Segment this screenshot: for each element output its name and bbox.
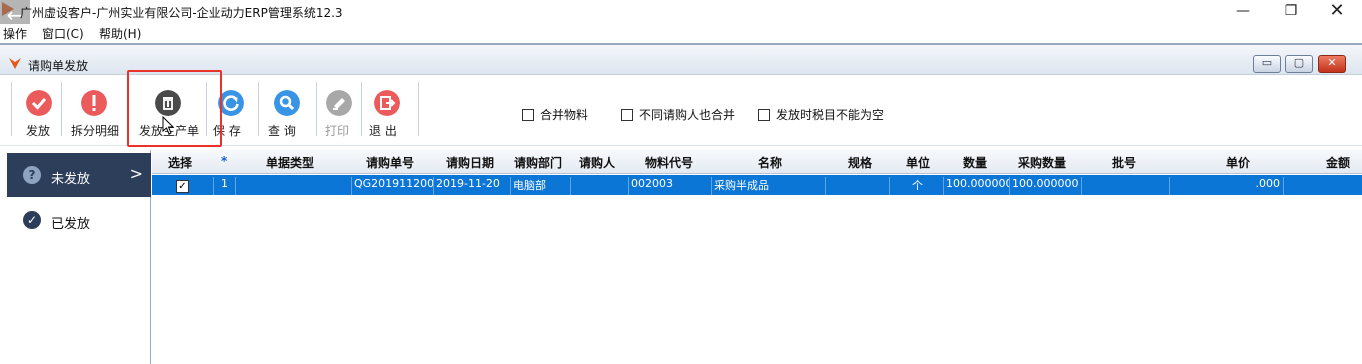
inner-minimize-button[interactable]: ▭ xyxy=(1253,55,1281,73)
col-header-price[interactable]: 单价 xyxy=(1226,154,1250,171)
col-header-name[interactable]: 名称 xyxy=(758,154,782,171)
minimize-button[interactable]: — xyxy=(1220,0,1266,24)
exit-label: 退 出 xyxy=(369,124,397,138)
cell-spec xyxy=(826,177,890,195)
nav-item-label: 已发放 xyxy=(51,217,91,232)
merge-diff-requester-label: 不同请购人也合并 xyxy=(639,108,736,122)
nav-item-label: 未发放 xyxy=(51,172,91,187)
toolbar-separator xyxy=(258,82,259,136)
inner-maximize-button[interactable]: ▢ xyxy=(1285,55,1313,73)
left-navigation: ? 未发放 > ✓ 已发放 xyxy=(7,150,151,364)
exit-button[interactable]: 退 出 xyxy=(368,76,412,142)
menu-bar: 操作 窗口(C) 帮助(H) xyxy=(0,24,1362,42)
nav-item-issued[interactable]: ✓ 已发放 xyxy=(7,198,151,242)
close-button[interactable]: ✕ xyxy=(1314,0,1360,24)
checkbox-box[interactable] xyxy=(522,109,534,121)
col-header-requester[interactable]: 请购人 xyxy=(579,154,615,171)
menu-operation[interactable]: 操作 xyxy=(3,25,27,42)
inner-logo-icon xyxy=(9,58,21,69)
menu-window[interactable]: 窗口(C) xyxy=(42,25,84,42)
cell-date: 2019-11-20 xyxy=(434,177,511,195)
tax-required-checkbox[interactable]: 发放时税目不能为空 xyxy=(758,106,884,123)
cell-dept: 电脑部 xyxy=(511,177,571,195)
maximize-button[interactable]: ❐ xyxy=(1268,0,1314,24)
toolbar-separator xyxy=(418,82,419,136)
issue-button[interactable]: 发放 xyxy=(22,76,58,142)
cell-seq: 1 xyxy=(214,177,236,195)
col-header-dept[interactable]: 请购部门 xyxy=(514,154,562,171)
col-header-date[interactable]: 请购日期 xyxy=(446,154,494,171)
exit-icon xyxy=(374,90,400,116)
cell-batch xyxy=(1082,177,1170,195)
col-header-unit[interactable]: 单位 xyxy=(906,154,930,171)
merge-material-checkbox[interactable]: 合并物料 xyxy=(522,106,588,123)
checkbox-box[interactable] xyxy=(758,109,770,121)
merge-material-label: 合并物料 xyxy=(540,108,589,122)
data-grid: 选择 * 单据类型 请购单号 请购日期 请购部门 请购人 物料代号 名称 规格 … xyxy=(152,150,1362,364)
check-circle-icon: ✓ xyxy=(23,211,41,229)
merge-diff-requester-checkbox[interactable]: 不同请购人也合并 xyxy=(621,106,735,123)
toolbar-separator xyxy=(361,82,362,136)
mouse-cursor-icon xyxy=(162,116,175,135)
tax-required-label: 发放时税目不能为空 xyxy=(776,108,885,122)
cell-order-no: QG20191120000 xyxy=(352,177,434,195)
check-icon xyxy=(26,90,52,116)
cell-name: 采购半成品 xyxy=(712,177,826,195)
toolbar-separator xyxy=(11,82,12,136)
cell-unit: 个 xyxy=(890,177,944,195)
cell-material-code: 002003 xyxy=(629,177,712,195)
cell-qty: 100.000000 xyxy=(944,177,1010,195)
col-header-select[interactable]: 选择 xyxy=(168,154,192,171)
exclamation-icon xyxy=(81,90,107,116)
toolbar-separator xyxy=(61,82,62,136)
cell-purchase-qty: 100.000000 xyxy=(1010,177,1082,195)
cell-amount xyxy=(1284,177,1362,195)
col-header-amount[interactable]: 金额 xyxy=(1326,154,1350,171)
issue-label: 发放 xyxy=(26,124,51,138)
col-header-batch[interactable]: 批号 xyxy=(1112,154,1136,171)
cell-price: .000 xyxy=(1170,177,1284,195)
grid-header: 选择 * 单据类型 请购单号 请购日期 请购部门 请购人 物料代号 名称 规格 … xyxy=(152,150,1362,174)
question-icon: ? xyxy=(23,166,41,184)
split-detail-button[interactable]: 拆分明细 xyxy=(70,76,128,142)
print-label: 打印 xyxy=(325,124,350,138)
window-title: 广州虚设客户-广州实业有限公司-企业动力ERP管理系统12.3 xyxy=(20,6,343,20)
inner-close-button[interactable]: ✕ xyxy=(1318,55,1346,73)
col-header-spec[interactable]: 规格 xyxy=(848,154,872,171)
query-label: 查 询 xyxy=(268,124,296,138)
menu-help[interactable]: 帮助(H) xyxy=(99,25,141,42)
col-header-order-no[interactable]: 请购单号 xyxy=(366,154,414,171)
print-button[interactable]: 打印 xyxy=(323,76,355,142)
table-row[interactable]: ✓ 1 QG20191120000 2019-11-20 电脑部 002003 … xyxy=(152,175,1362,195)
printer-icon xyxy=(326,90,352,116)
col-header-purchase-qty[interactable]: 采购数量 xyxy=(1018,154,1066,171)
toolbar-separator xyxy=(316,82,317,136)
col-header-material-code[interactable]: 物料代号 xyxy=(645,154,693,171)
cell-select: ✓ xyxy=(152,177,214,195)
row-checkbox[interactable]: ✓ xyxy=(176,180,189,193)
search-icon xyxy=(274,90,300,116)
cell-requester xyxy=(571,177,629,195)
col-header-doc-type[interactable]: 单据类型 xyxy=(266,154,314,171)
window-titlebar: ← 广州虚设客户-广州实业有限公司-企业动力ERP管理系统12.3 — ❐ ✕ xyxy=(0,0,1362,30)
col-header-qty[interactable]: 数量 xyxy=(963,154,987,171)
inner-window-title: 请购单发放 xyxy=(28,59,89,73)
split-detail-label: 拆分明细 xyxy=(71,124,120,138)
nav-item-unissued[interactable]: ? 未发放 > xyxy=(7,153,151,197)
chevron-right-icon: > xyxy=(129,164,143,183)
col-header-seq[interactable]: * xyxy=(221,154,227,168)
cell-doc-type xyxy=(236,177,352,195)
checkbox-box[interactable] xyxy=(621,109,633,121)
query-button[interactable]: 查 询 xyxy=(266,76,310,142)
